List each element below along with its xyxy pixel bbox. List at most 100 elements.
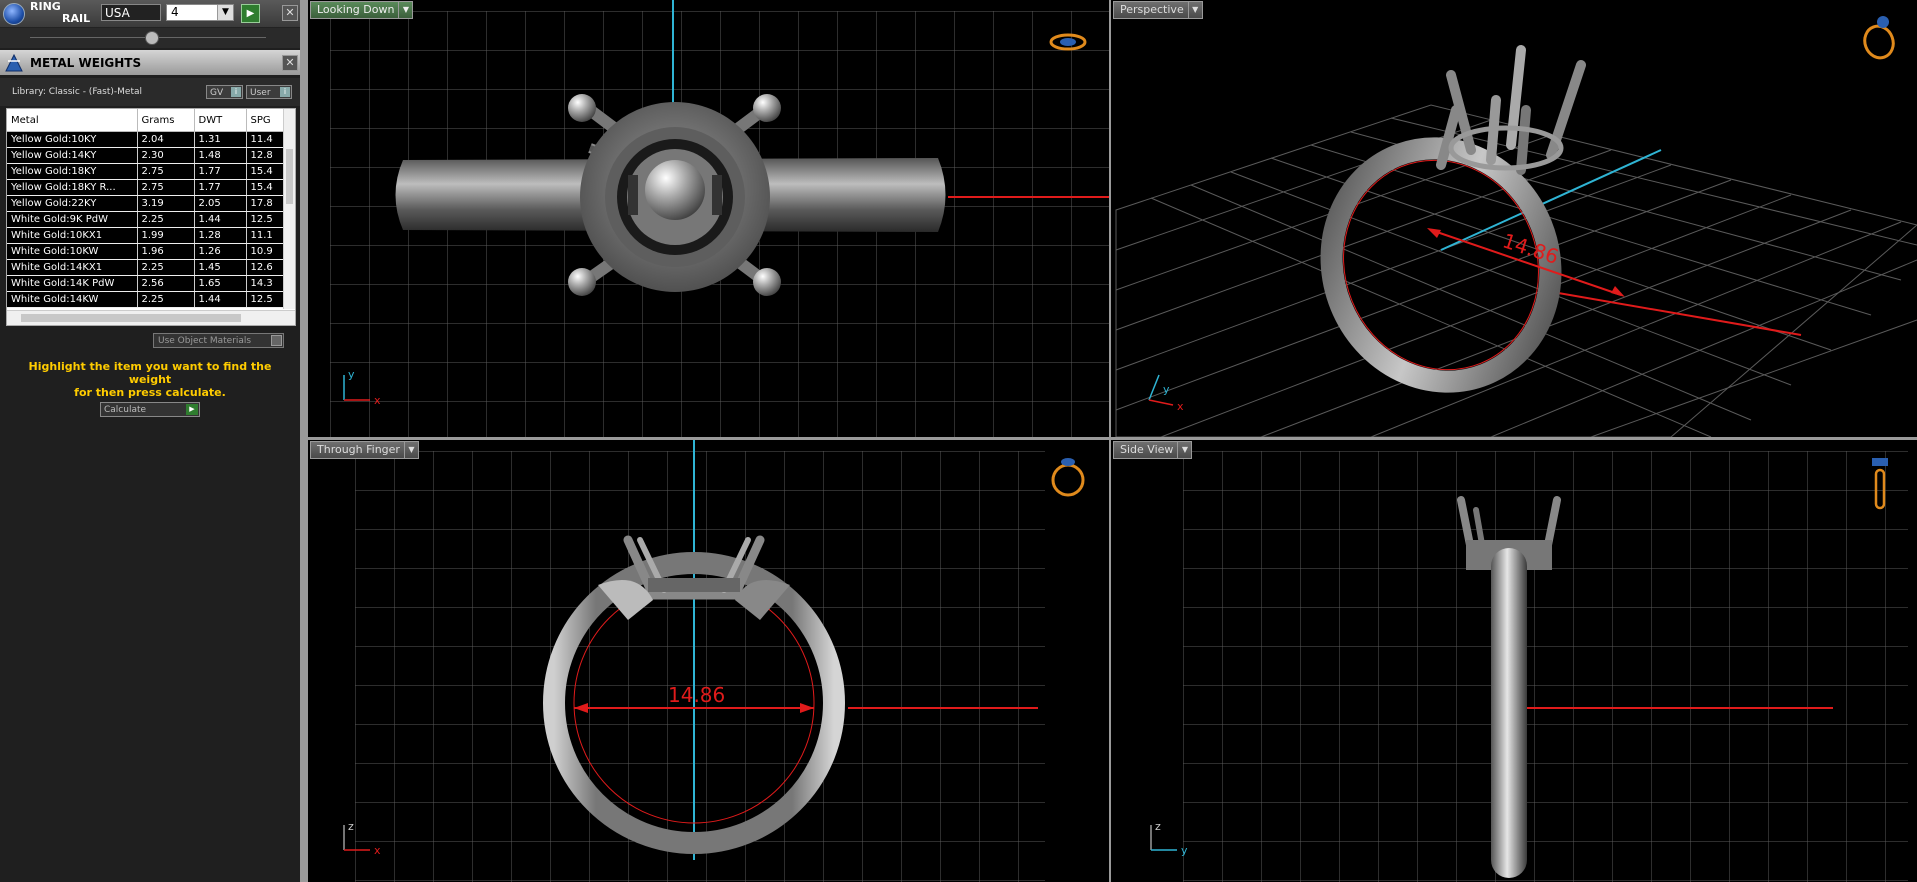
viewport-label-side-view[interactable]: Side View ▼ <box>1113 441 1193 459</box>
viewport-canvas[interactable]: 14.86 z x <box>308 440 1109 882</box>
metal-table[interactable]: Metal Grams DWT SPG Yellow Gold:10KY 2.04… <box>6 108 296 326</box>
cell-dwt: 1.77 <box>194 179 247 196</box>
cell-dwt: 1.44 <box>194 291 247 308</box>
axis-label-y: y <box>348 368 355 381</box>
cell-dwt: 1.28 <box>194 227 247 244</box>
cell-grams: 2.04 <box>137 131 195 148</box>
table-vertical-scrollbar[interactable] <box>283 109 295 309</box>
table-row[interactable]: White Gold:10KX1 1.99 1.28 11.1 <box>7 227 284 244</box>
ring-size-value: 4 <box>171 5 179 19</box>
column-header-grams[interactable]: Grams <box>137 109 195 132</box>
viewport-canvas[interactable]: y x <box>308 0 1109 437</box>
viewport-title: Perspective <box>1120 3 1184 16</box>
table-row[interactable]: Yellow Gold:10KY 2.04 1.31 11.4 <box>7 131 284 148</box>
measure-label: 14.86 <box>668 683 725 707</box>
axis-label-x: x <box>374 844 381 857</box>
cell-spg: 11.1 <box>246 227 284 244</box>
cell-grams: 2.25 <box>137 211 195 228</box>
ring-rail-go-button[interactable]: ▶ <box>241 4 260 23</box>
table-row[interactable]: Yellow Gold:14KY 2.30 1.48 12.8 <box>7 147 284 164</box>
chevron-down-icon[interactable]: ▼ <box>403 442 418 458</box>
ring-rail-slider[interactable] <box>0 28 300 48</box>
cell-metal: White Gold:14KW <box>7 291 138 308</box>
cell-grams: 2.56 <box>137 275 195 292</box>
viewport-canvas[interactable]: 14.86 y x <box>1111 0 1917 437</box>
cell-grams: 3.19 <box>137 195 195 212</box>
viewport-through-finger[interactable]: 14.86 z x Through Finger ▼ <box>308 440 1109 882</box>
grid <box>1183 451 1908 882</box>
viewport-label-through-finger[interactable]: Through Finger ▼ <box>310 441 419 459</box>
table-row[interactable]: White Gold:14K PdW 2.56 1.65 14.3 <box>7 275 284 292</box>
table-row[interactable]: Yellow Gold:18KY R... 2.75 1.77 15.4 <box>7 179 284 196</box>
slider-handle[interactable] <box>145 31 159 45</box>
axis-label-x: x <box>374 394 381 407</box>
cell-grams: 2.25 <box>137 291 195 308</box>
cell-metal: White Gold:10KX1 <box>7 227 138 244</box>
axis-label-y: y <box>1163 383 1170 396</box>
column-header-spg[interactable]: SPG <box>246 109 284 132</box>
table-horizontal-scrollbar[interactable] <box>7 310 295 325</box>
axis-label-z: z <box>348 820 354 833</box>
play-icon: ▶ <box>186 404 198 415</box>
axis-label-z: z <box>1155 820 1161 833</box>
scrollbar-thumb[interactable] <box>21 314 241 322</box>
table-row[interactable]: White Gold:14KX1 2.25 1.45 12.6 <box>7 259 284 276</box>
table-header-row: Metal Grams DWT SPG <box>7 109 284 132</box>
column-header-dwt[interactable]: DWT <box>194 109 247 132</box>
viewport-looking-down[interactable]: y x Looking Down ▼ <box>308 0 1109 437</box>
table-row[interactable]: Yellow Gold:18KY 2.75 1.77 15.4 <box>7 163 284 180</box>
cell-spg: 15.4 <box>246 163 284 180</box>
cell-spg: 12.6 <box>246 259 284 276</box>
ring-rail-close-button[interactable]: ✕ <box>282 5 298 21</box>
ring-rail-logo-icon <box>3 3 25 25</box>
ring-rail-toolbar: RING RAIL USA 4 ▼ ▶ ✕ <box>0 0 300 28</box>
ring-size-select[interactable]: 4 ▼ <box>166 4 234 21</box>
viewport-label-looking-down[interactable]: Looking Down ▼ <box>310 1 414 19</box>
cell-grams: 2.25 <box>137 259 195 276</box>
cell-metal: Yellow Gold:22KY <box>7 195 138 212</box>
chevron-down-icon[interactable]: ▼ <box>398 2 412 18</box>
chevron-down-icon[interactable]: ▼ <box>217 5 233 20</box>
scrollbar-thumb[interactable] <box>286 149 293 204</box>
cell-dwt: 1.48 <box>194 147 247 164</box>
instruction-line-1: Highlight the item you want to find the … <box>28 360 272 386</box>
column-header-metal[interactable]: Metal <box>7 109 138 132</box>
info-icon: i <box>231 87 241 97</box>
cell-metal: White Gold:14K PdW <box>7 275 138 292</box>
viewport-side-view[interactable]: z y Side View ▼ <box>1111 440 1917 882</box>
viewport-perspective[interactable]: 14.86 y x Perspective ▼ <box>1111 0 1917 437</box>
metal-weights-close-button[interactable]: ✕ <box>282 55 298 71</box>
checkbox-box[interactable] <box>271 335 282 346</box>
country-select[interactable]: USA <box>101 4 161 21</box>
table-row[interactable]: White Gold:10KW 1.96 1.26 10.9 <box>7 243 284 260</box>
cell-spg: 12.5 <box>246 291 284 308</box>
chevron-down-icon[interactable]: ▼ <box>1187 2 1202 18</box>
gv-toggle[interactable]: GV i <box>206 85 243 99</box>
table-row[interactable]: White Gold:9K PdW 2.25 1.44 12.5 <box>7 211 284 228</box>
viewport-divider-horizontal[interactable] <box>308 437 1917 440</box>
sidebar-divider[interactable] <box>300 0 308 882</box>
cell-grams: 2.75 <box>137 179 195 196</box>
user-toggle[interactable]: User i <box>246 85 292 99</box>
calculate-button[interactable]: Calculate ▶ <box>100 402 200 417</box>
viewport-divider-vertical[interactable] <box>1109 0 1111 882</box>
cell-grams: 2.30 <box>137 147 195 164</box>
use-object-materials-checkbox[interactable]: Use Object Materials <box>153 333 284 348</box>
viewport-label-perspective[interactable]: Perspective ▼ <box>1113 1 1203 19</box>
cell-dwt: 2.05 <box>194 195 247 212</box>
cell-dwt: 1.45 <box>194 259 247 276</box>
table-row[interactable]: Yellow Gold:22KY 3.19 2.05 17.8 <box>7 195 284 212</box>
cell-dwt: 1.44 <box>194 211 247 228</box>
grid <box>355 451 1045 882</box>
chevron-down-icon[interactable]: ▼ <box>1177 442 1191 458</box>
viewport-canvas[interactable]: z y <box>1111 440 1917 882</box>
cell-spg: 12.5 <box>246 211 284 228</box>
cell-metal: White Gold:9K PdW <box>7 211 138 228</box>
cell-spg: 14.3 <box>246 275 284 292</box>
gv-label: GV <box>210 88 224 98</box>
cell-spg: 12.8 <box>246 147 284 164</box>
info-icon: i <box>280 87 290 97</box>
cell-metal: Yellow Gold:10KY <box>7 131 138 148</box>
table-row[interactable]: White Gold:14KW 2.25 1.44 12.5 <box>7 291 284 308</box>
cell-spg: 15.4 <box>246 179 284 196</box>
